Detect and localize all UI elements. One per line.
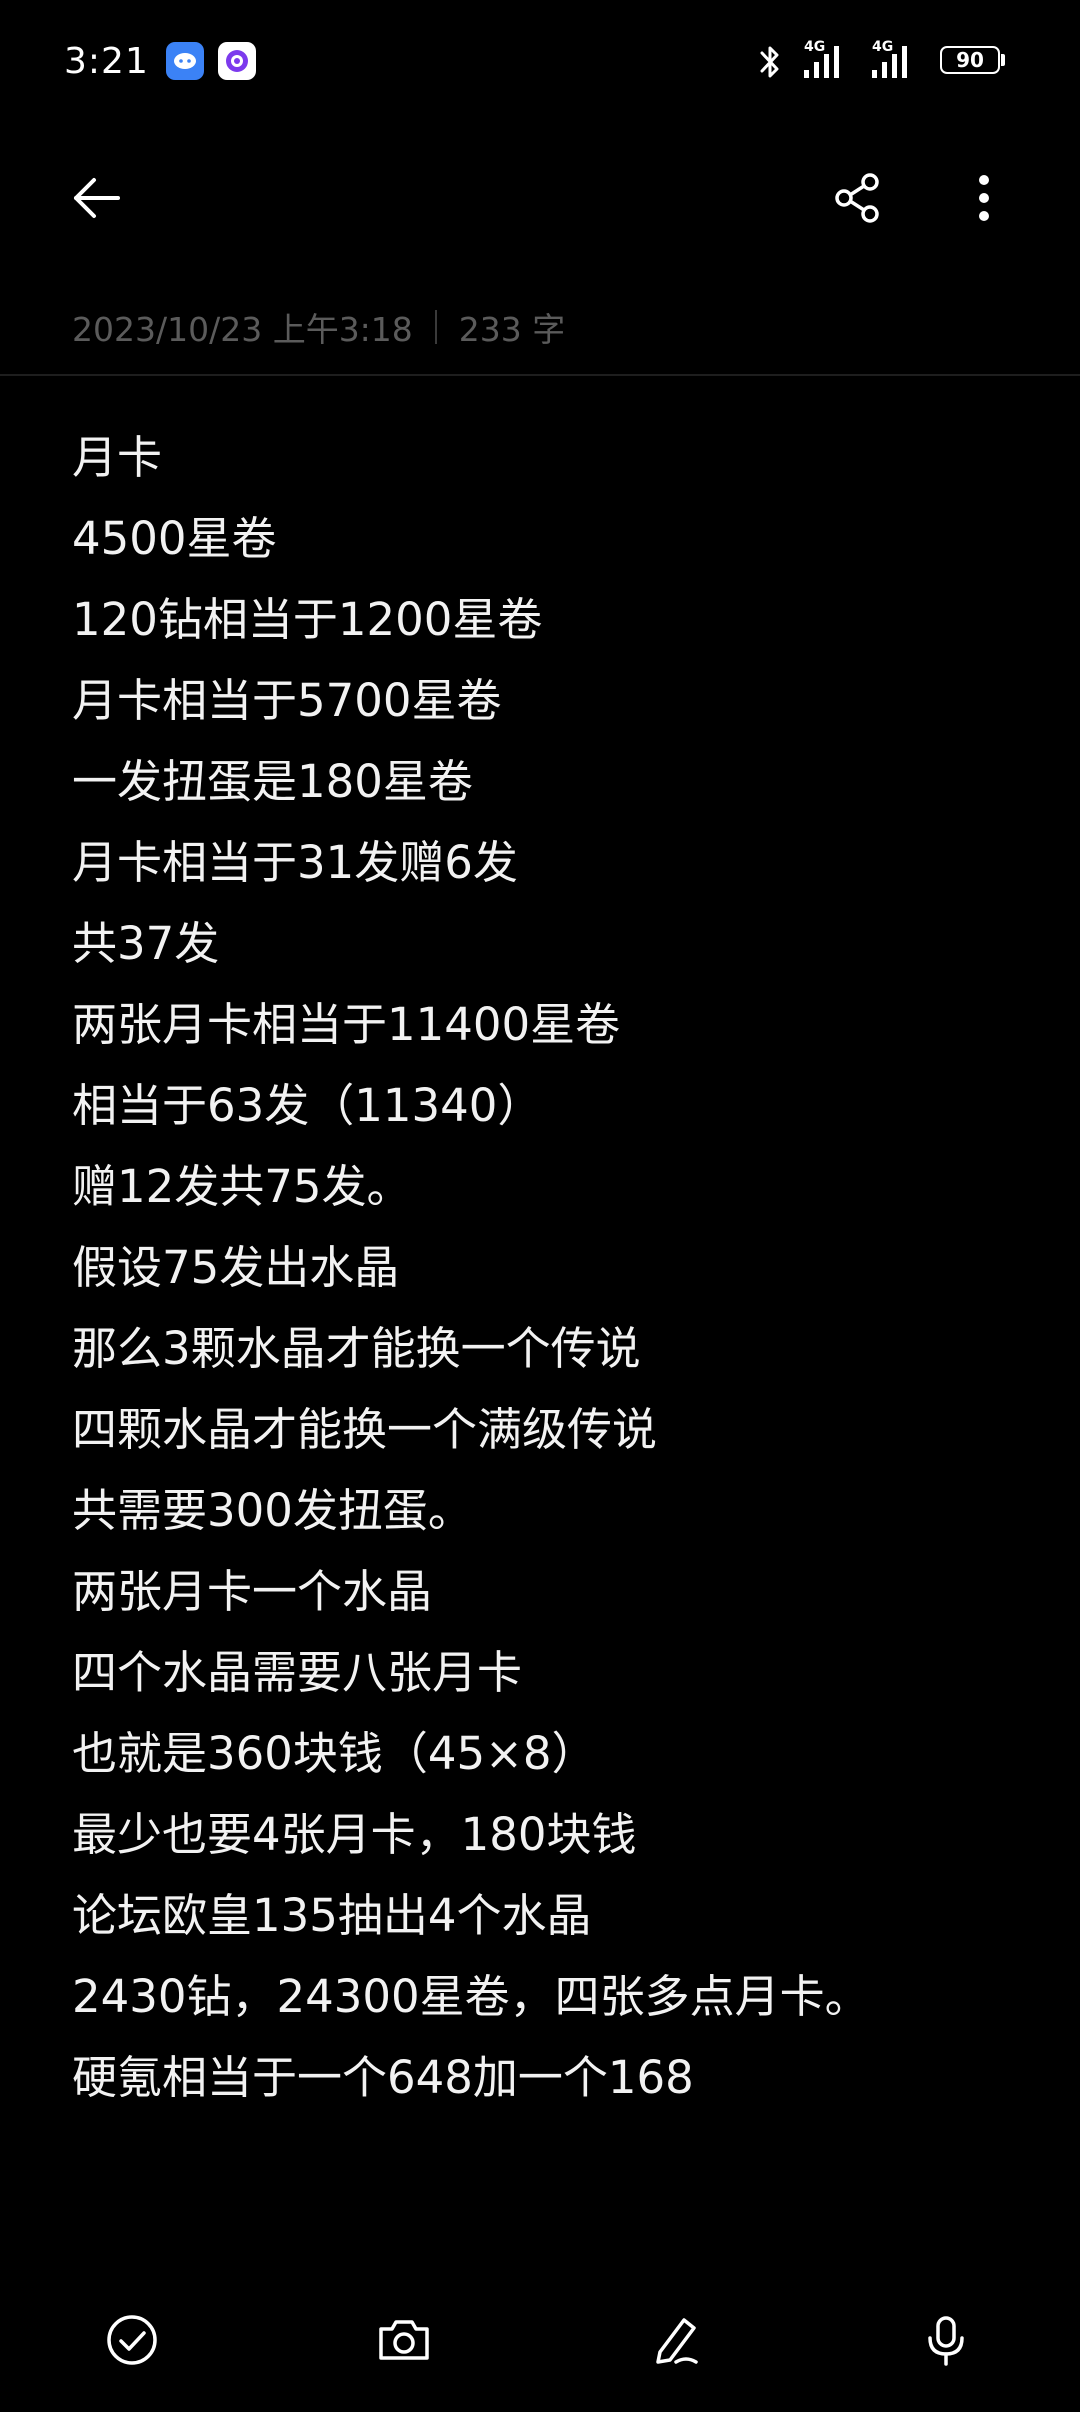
microphone-icon — [928, 2316, 964, 2366]
arrow-left-icon — [74, 178, 120, 218]
signal-icon-2: 4G — [868, 40, 920, 84]
note-meta: 2023/10/23 上午3:18 233 字 — [72, 300, 565, 354]
note-line: 两张月卡一个水晶 — [72, 1565, 433, 1618]
camera-button[interactable] — [354, 2290, 454, 2390]
battery-level: 90 — [956, 48, 984, 72]
note-line: 赠12发共75发。 — [72, 1160, 412, 1213]
status-time: 3:21 — [64, 41, 149, 82]
bluetooth-icon — [756, 42, 784, 86]
note-line: 硬氪相当于一个648加一个168 — [72, 2051, 694, 2104]
note-line: 论坛欧皇135抽出4个水晶 — [72, 1889, 592, 1942]
divider — [0, 374, 1080, 376]
share-icon — [835, 173, 879, 223]
check-circle-icon — [107, 2315, 157, 2365]
note-line: 两张月卡相当于11400星卷 — [72, 998, 621, 1051]
note-line: 共需要300发扭蛋。 — [72, 1484, 473, 1537]
note-line: 假设75发出水晶 — [72, 1241, 400, 1294]
note-line: 四颗水晶才能换一个满级传说 — [72, 1403, 658, 1456]
signal-icon: 4G — [800, 40, 852, 84]
battery-icon: 90 — [940, 46, 1000, 74]
note-line: 共37发 — [72, 917, 220, 970]
note-datetime: 2023/10/23 上午3:18 — [72, 310, 413, 349]
note-line: 月卡相当于31发赠6发 — [72, 836, 518, 889]
meta-separator — [434, 310, 437, 344]
camera-icon — [379, 2320, 429, 2360]
more-vertical-icon — [979, 175, 989, 221]
note-line: 相当于63发（11340） — [72, 1079, 543, 1132]
note-word-count: 233 字 — [458, 310, 566, 349]
note-line: 4500星卷 — [72, 512, 277, 565]
more-options-button[interactable] — [936, 150, 1032, 246]
status-bar: 3:21 4G 4G 90 — [0, 0, 1080, 124]
back-button[interactable] — [48, 150, 144, 246]
note-line: 月卡 — [72, 431, 163, 484]
battery-cap — [1001, 54, 1005, 66]
handwriting-button[interactable] — [626, 2290, 726, 2390]
app-bar — [0, 150, 1080, 250]
note-line: 2430钻，24300星卷，四张多点月卡。 — [72, 1970, 870, 2023]
note-line: 四个水晶需要八张月卡 — [72, 1646, 523, 1699]
note-line: 最少也要4张月卡，180块钱 — [72, 1808, 637, 1861]
chat-app-notification-icon — [166, 42, 204, 80]
note-line: 120钻相当于1200星卷 — [72, 593, 543, 646]
note-line: 也就是360块钱（45×8） — [72, 1727, 597, 1780]
bottom-toolbar — [0, 2290, 1080, 2390]
checklist-button[interactable] — [82, 2290, 182, 2390]
note-content[interactable]: 月卡 4500星卷 120钻相当于1200星卷 月卡相当于5700星卷 一发扭蛋… — [72, 417, 1032, 2118]
note-line: 一发扭蛋是180星卷 — [72, 755, 473, 808]
note-line: 月卡相当于5700星卷 — [72, 674, 502, 727]
voice-input-button[interactable] — [896, 2290, 996, 2390]
note-line: 那么3颗水晶才能换一个传说 — [72, 1322, 641, 1375]
pen-icon — [656, 2318, 698, 2364]
app-notification-icon — [218, 42, 256, 80]
share-button[interactable] — [810, 150, 906, 246]
